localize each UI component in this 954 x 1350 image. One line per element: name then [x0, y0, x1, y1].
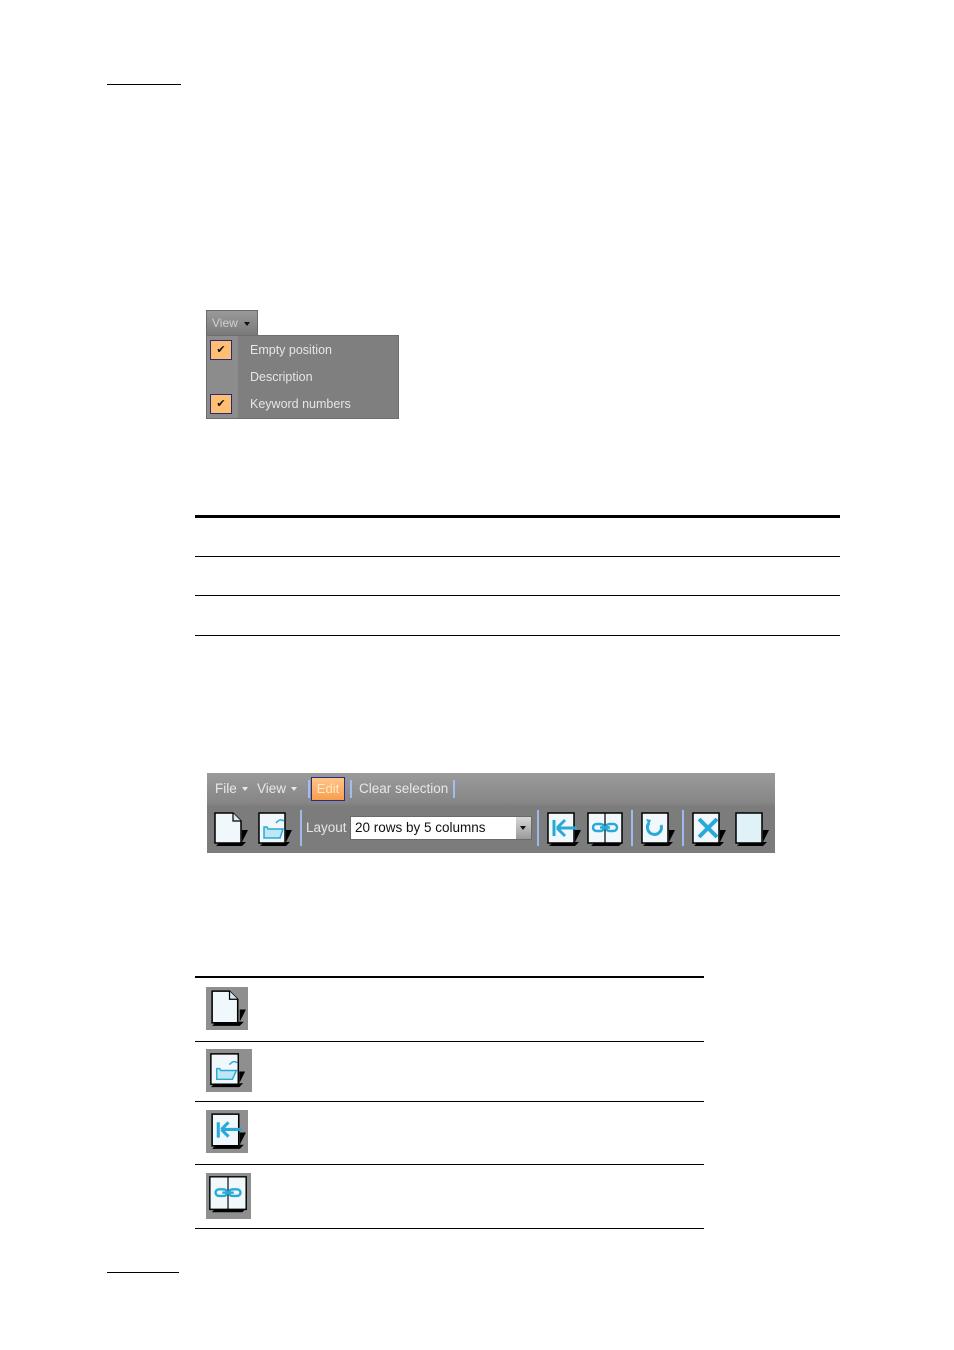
icon-table-row-rule [195, 1164, 704, 1165]
link-icon [206, 1173, 251, 1219]
separator [537, 810, 539, 846]
icon-table-row-rule [195, 1101, 704, 1102]
separator [453, 780, 455, 798]
import-icon[interactable] [543, 810, 583, 850]
menu-item-label: Empty position [250, 343, 332, 357]
separator [682, 810, 684, 846]
new-document-icon[interactable] [210, 810, 250, 850]
view-menu-figure: View ✔ Empty position Description ✔ Keyw… [206, 310, 399, 419]
separator [308, 780, 310, 798]
import-icon [206, 1110, 248, 1153]
view-menu[interactable]: View [257, 773, 298, 804]
separator [631, 810, 633, 846]
icon-table-top-rule [195, 976, 704, 978]
icon-table-bottom-rule [195, 1228, 704, 1229]
menu-item-keyword-numbers[interactable]: ✔ Keyword numbers [207, 391, 398, 417]
table-top-rule [195, 515, 840, 518]
toolbar-menu-row: File View Edit Clear selection [207, 773, 775, 804]
menu-item-empty-position[interactable]: ✔ Empty position [207, 337, 398, 363]
table-row-rule [195, 595, 840, 596]
new-document-icon [206, 987, 248, 1030]
chevron-down-icon [291, 787, 298, 792]
view-menu-button[interactable]: View [206, 310, 258, 335]
view-menu-label: View [212, 316, 238, 330]
layout-select[interactable]: 20 rows by 5 columns [350, 816, 532, 840]
menu-item-description[interactable]: Description [207, 364, 398, 390]
blank-page-icon[interactable] [731, 810, 771, 850]
edit-button[interactable]: Edit [311, 777, 345, 801]
file-menu[interactable]: File [215, 773, 248, 804]
open-folder-icon[interactable] [254, 810, 294, 850]
menu-item-label: Description [250, 370, 313, 384]
layout-select-value: 20 rows by 5 columns [355, 820, 486, 835]
chevron-down-icon[interactable] [516, 817, 531, 839]
open-folder-icon [206, 1049, 252, 1092]
view-menu-dropdown: ✔ Empty position Description ✔ Keyword n… [206, 335, 399, 419]
chevron-down-icon [243, 321, 250, 326]
chevron-down-icon [241, 787, 248, 792]
refresh-icon[interactable] [637, 810, 677, 850]
toolbar-figure: File View Edit Clear selection Layout 20… [207, 773, 775, 853]
table-row-rule [195, 556, 840, 557]
clear-selection-button[interactable]: Clear selection [359, 773, 448, 804]
file-menu-label: File [215, 781, 237, 796]
separator [350, 780, 352, 798]
delete-icon[interactable] [688, 810, 728, 850]
icon-table-row-rule [195, 1041, 704, 1042]
checkmark-icon: ✔ [210, 340, 232, 360]
footer-rule [107, 1272, 179, 1273]
toolbar-button-row: Layout 20 rows by 5 columns [207, 806, 775, 853]
separator [300, 810, 302, 846]
checkmark-icon: ✔ [210, 394, 232, 414]
view-menu-label: View [257, 781, 287, 796]
menu-item-label: Keyword numbers [250, 397, 351, 411]
header-rule [107, 84, 181, 85]
layout-label: Layout [306, 820, 347, 835]
link-icon[interactable] [585, 810, 625, 850]
table-bottom-rule [195, 635, 840, 636]
